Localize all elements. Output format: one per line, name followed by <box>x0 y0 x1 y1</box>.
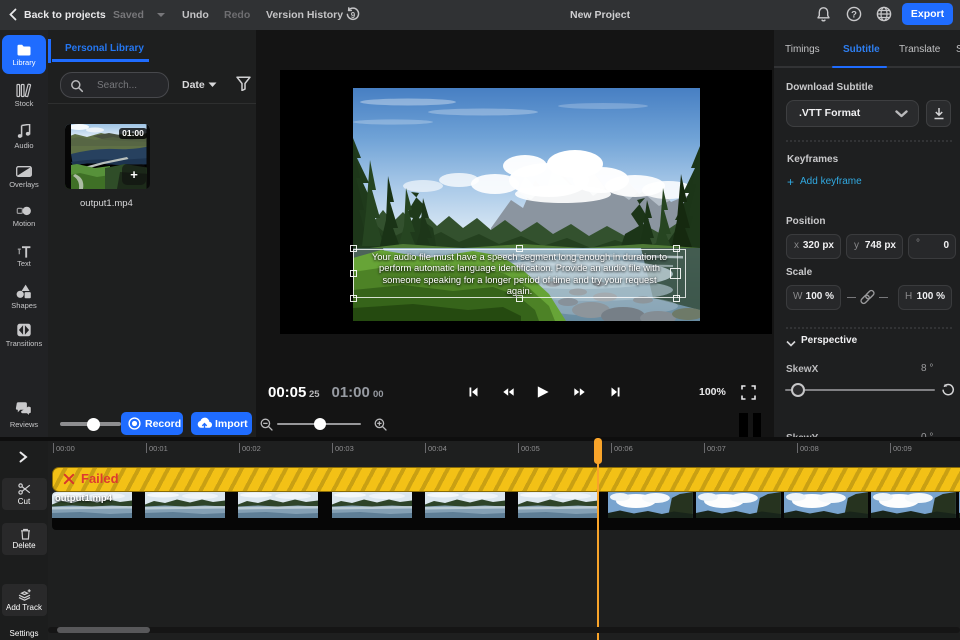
svg-text:?: ? <box>851 9 857 20</box>
svg-text:9: 9 <box>351 11 356 20</box>
